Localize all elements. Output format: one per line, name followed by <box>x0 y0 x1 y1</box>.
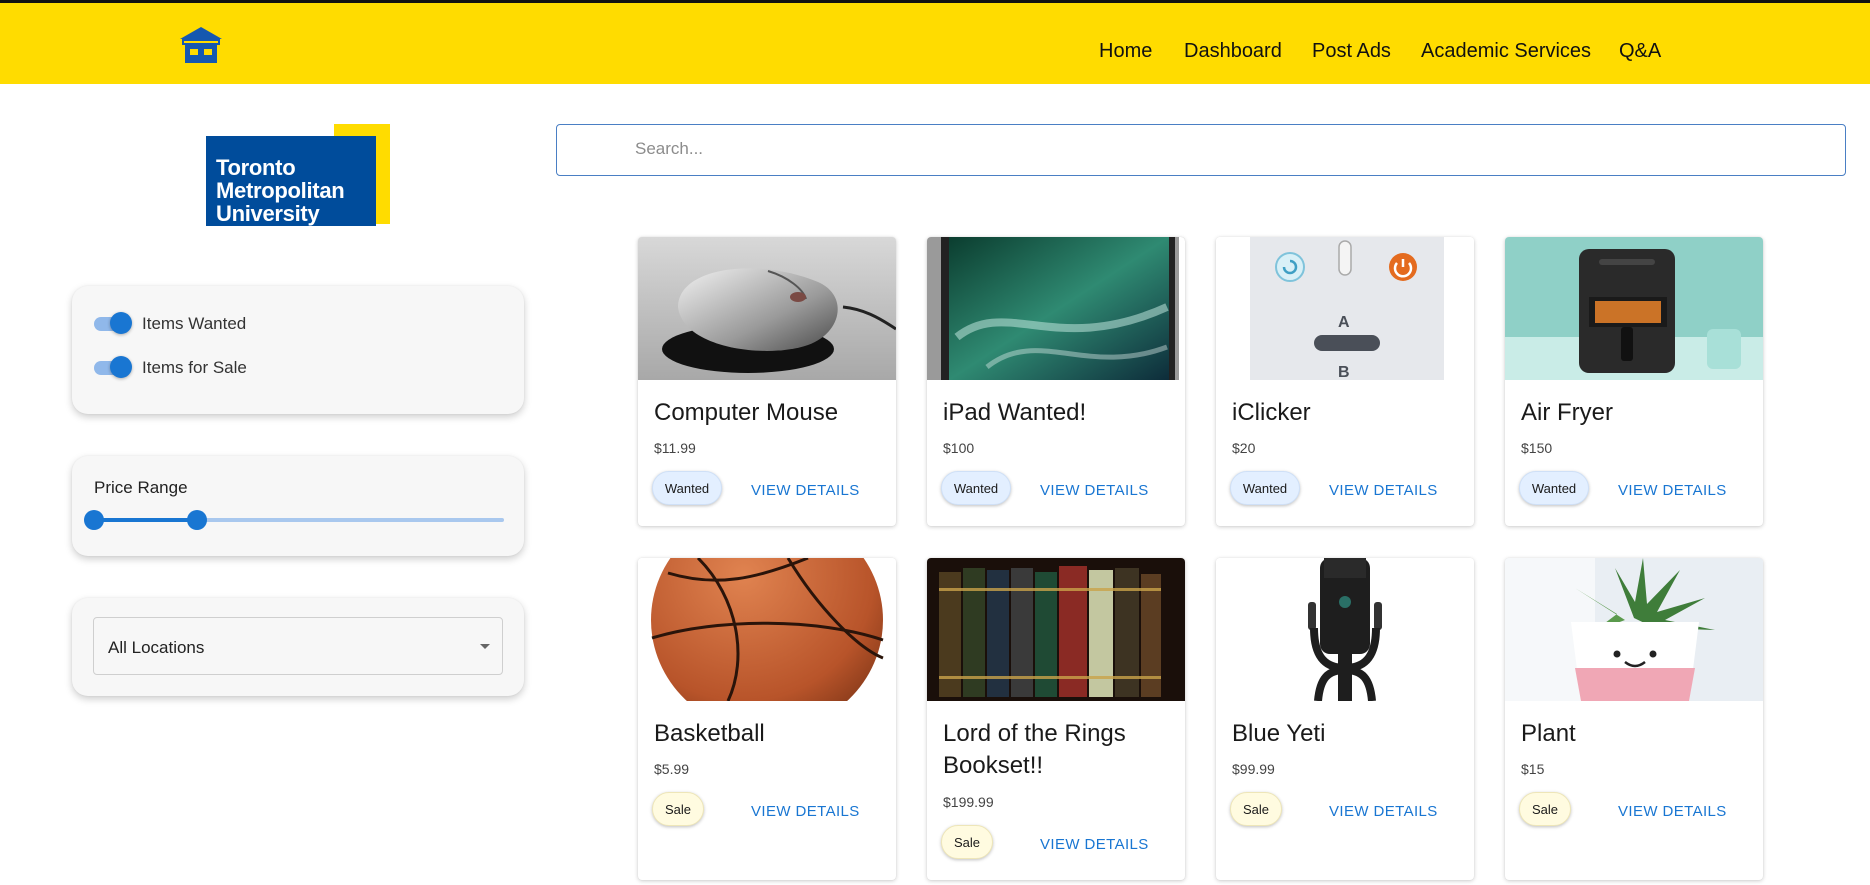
university-logo: Toronto Metropolitan University <box>206 124 390 226</box>
microphone-image <box>1216 558 1474 702</box>
wanted-badge: Wanted <box>652 471 722 505</box>
view-details-button[interactable]: VIEW DETAILS <box>1329 482 1438 499</box>
logo-line-3: University <box>216 201 320 226</box>
listing-title: Lord of the Rings Bookset!! <box>943 720 1126 779</box>
listing-title: Blue Yeti <box>1232 720 1326 747</box>
listing-card[interactable]: Air Fryer $150 Wanted VIEW DETAILS <box>1505 237 1763 526</box>
wanted-badge: Wanted <box>1230 471 1300 505</box>
computer-mouse-image <box>638 237 896 380</box>
plant-image <box>1505 558 1763 701</box>
listing-card[interactable]: iPad Wanted! $100 Wanted VIEW DETAILS <box>927 237 1185 526</box>
toggle-thumb[interactable] <box>110 356 132 378</box>
listing-card[interactable]: A B iClicker $20 Wanted VIEW DETAILS <box>1216 237 1474 526</box>
listing-title: Basketball <box>654 720 765 747</box>
slider-thumb-min[interactable] <box>84 510 104 530</box>
toggle-switch[interactable] <box>94 312 132 334</box>
view-details-button[interactable]: VIEW DETAILS <box>751 803 860 820</box>
sale-badge: Sale <box>941 825 993 859</box>
listing-price: $5.99 <box>654 761 690 777</box>
listing-price: $99.99 <box>1232 761 1275 777</box>
view-details-button[interactable]: VIEW DETAILS <box>1040 482 1149 499</box>
sale-badge: Sale <box>652 792 704 826</box>
price-range-filter: Price Range <box>72 456 524 556</box>
view-details-button[interactable]: VIEW DETAILS <box>1618 482 1727 499</box>
wanted-badge: Wanted <box>941 471 1011 505</box>
listing-card[interactable]: Computer Mouse $11.99 Wanted VIEW DETAIL… <box>638 237 896 526</box>
search-bar <box>556 124 1846 176</box>
listing-title: Air Fryer <box>1521 399 1613 426</box>
ipad-image <box>927 237 1185 380</box>
nav-home[interactable]: Home <box>1099 39 1152 63</box>
top-navbar: Home Dashboard Post Ads Academic Service… <box>0 0 1870 84</box>
toggle-switch[interactable] <box>94 356 132 378</box>
sale-badge: Sale <box>1230 792 1282 826</box>
location-select-value: All Locations <box>108 638 205 657</box>
listing-title: Computer Mouse <box>654 399 839 426</box>
toggle-items-for-sale[interactable]: Items for Sale <box>94 356 247 380</box>
location-filter: All Locations <box>72 598 524 696</box>
svg-text:B: B <box>1338 364 1350 380</box>
view-details-button[interactable]: VIEW DETAILS <box>1329 803 1438 820</box>
iclicker-image: A B <box>1216 237 1474 381</box>
svg-text:A: A <box>1338 314 1350 331</box>
price-range-label: Price Range <box>94 478 188 497</box>
listing-card[interactable]: Blue Yeti $99.99 Sale VIEW DETAILS <box>1216 558 1474 880</box>
listing-card[interactable]: Basketball $5.99 Sale VIEW DETAILS <box>638 558 896 880</box>
books-image <box>927 558 1185 701</box>
nav-academic-services[interactable]: Academic Services <box>1421 39 1591 63</box>
price-range-slider[interactable] <box>84 510 504 530</box>
main-nav: Home Dashboard Post Ads Academic Service… <box>0 3 1870 87</box>
sale-badge: Sale <box>1519 792 1571 826</box>
listing-price: $199.99 <box>943 794 994 810</box>
listing-card[interactable]: Plant $15 Sale VIEW DETAILS <box>1505 558 1763 880</box>
air-fryer-image <box>1505 237 1763 380</box>
listing-title: iClicker <box>1232 399 1311 426</box>
toggle-label: Items for Sale <box>142 358 247 377</box>
listing-price: $150 <box>1521 440 1553 456</box>
basketball-image <box>638 558 896 732</box>
chevron-down-icon[interactable] <box>480 644 490 649</box>
listing-price: $100 <box>943 440 975 456</box>
view-details-button[interactable]: VIEW DETAILS <box>1618 803 1727 820</box>
toggle-thumb[interactable] <box>110 312 132 334</box>
listing-card[interactable]: Lord of the Rings Bookset!! $199.99 Sale… <box>927 558 1185 880</box>
slider-thumb-max[interactable] <box>186 510 207 530</box>
logo-blue-block: Toronto Metropolitan University <box>206 136 376 226</box>
nav-qa[interactable]: Q&A <box>1619 39 1661 63</box>
listing-title: Plant <box>1521 720 1576 747</box>
listing-price: $15 <box>1521 761 1545 777</box>
logo-line-2: Metropolitan <box>216 178 345 203</box>
listing-title: iPad Wanted! <box>943 399 1087 426</box>
listing-type-filter: Items Wanted Items for Sale <box>72 286 524 414</box>
nav-post-ads[interactable]: Post Ads <box>1312 39 1391 63</box>
listing-price: $11.99 <box>654 440 696 456</box>
toggle-items-wanted[interactable]: Items Wanted <box>94 312 246 336</box>
logo-line-1: Toronto <box>216 155 296 180</box>
view-details-button[interactable]: VIEW DETAILS <box>1040 836 1149 853</box>
view-details-button[interactable]: VIEW DETAILS <box>751 482 860 499</box>
listing-price: $20 <box>1232 440 1256 456</box>
toggle-label: Items Wanted <box>142 314 247 333</box>
slider-selected-range <box>94 518 197 522</box>
location-select[interactable]: All Locations <box>93 617 503 675</box>
nav-dashboard[interactable]: Dashboard <box>1184 39 1282 63</box>
search-input[interactable] <box>635 125 1815 173</box>
wanted-badge: Wanted <box>1519 471 1589 505</box>
